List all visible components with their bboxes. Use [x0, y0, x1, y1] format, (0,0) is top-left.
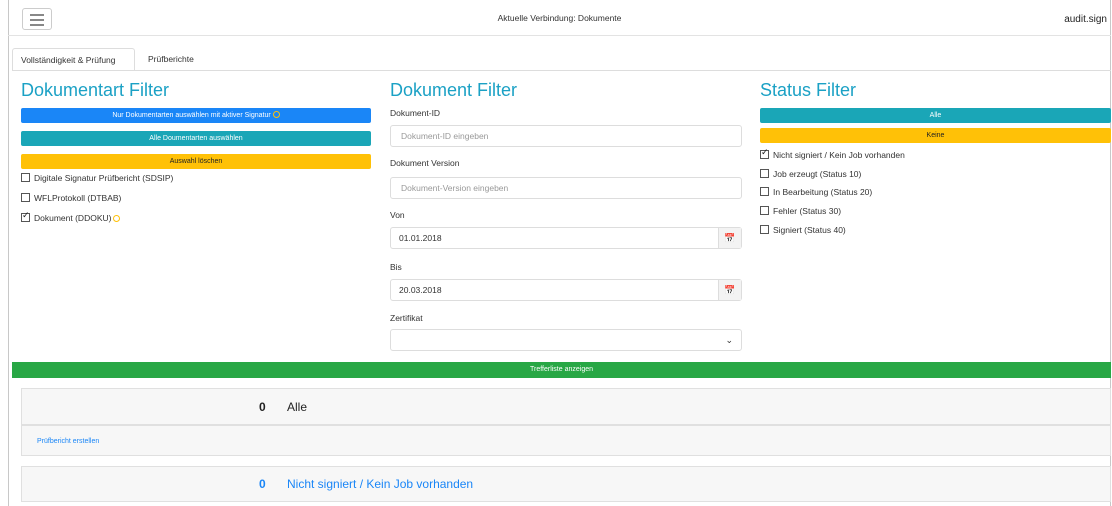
checkbox-label: Nicht signiert / Kein Job vorhanden	[773, 150, 905, 160]
checkbox-label: In Bearbeitung (Status 20)	[773, 187, 873, 197]
status-none-button[interactable]: Keine	[760, 128, 1111, 143]
doc-version-input[interactable]	[399, 182, 703, 194]
result-title: Alle	[287, 400, 308, 414]
checkbox-label: Fehler (Status 30)	[773, 206, 842, 216]
checkbox[interactable]	[760, 206, 769, 215]
select-all-doctypes-button[interactable]: Alle Doumentarten auswählen	[21, 131, 371, 146]
status-filter-title: Status Filter	[760, 80, 857, 100]
status-checkbox-signed[interactable]: Signiert (Status 40)	[760, 225, 846, 235]
doc-version-field[interactable]	[390, 177, 742, 199]
result-card-actions: Prüfbericht erstellen	[21, 425, 1111, 456]
checkbox-label: Signiert (Status 40)	[773, 225, 846, 235]
chevron-down-icon: ⌄	[725, 335, 733, 345]
certificate-select[interactable]: ⌄	[390, 329, 742, 351]
checkbox-checked[interactable]	[21, 210, 30, 222]
checkbox-label: Digitale Signatur Prüfbericht (SDSIP)	[34, 173, 174, 183]
top-bar: Aktuelle Verbindung: Dokumente audit.sig…	[8, 0, 1111, 36]
status-checkbox-not-signed[interactable]: Nicht signiert / Kein Job vorhanden	[760, 147, 905, 160]
to-date-value: 20.03.2018	[399, 285, 442, 295]
doc-id-field[interactable]	[390, 125, 742, 147]
from-date-field[interactable]: 01.01.2018 📅	[390, 227, 742, 249]
tab-pruefberichte[interactable]: Prüfberichte	[140, 48, 210, 71]
checkbox[interactable]	[21, 193, 30, 202]
to-date-field[interactable]: 20.03.2018 📅	[390, 279, 742, 301]
status-checkbox-job-created[interactable]: Job erzeugt (Status 10)	[760, 169, 861, 179]
result-card-all: 0 Alle	[21, 388, 1111, 425]
tab-divider	[12, 70, 1111, 71]
result-count: 0	[259, 477, 266, 491]
show-results-button[interactable]: Trefferliste anzeigen	[12, 362, 1111, 378]
select-active-signature-label: Nur Dokumentarten auswählen mit aktiver …	[112, 112, 271, 119]
to-date-label: Bis	[390, 262, 402, 272]
result-count: 0	[259, 400, 266, 414]
medal-icon	[113, 215, 121, 222]
checkbox-label: Job erzeugt (Status 10)	[773, 169, 862, 179]
checkbox[interactable]	[760, 169, 769, 178]
status-all-button[interactable]: Alle	[760, 108, 1111, 123]
doctype-checkbox-sdsip[interactable]: Digitale Signatur Prüfbericht (SDSIP)	[21, 173, 173, 183]
calendar-icon[interactable]: 📅	[718, 228, 741, 248]
result-title[interactable]: Nicht signiert / Kein Job vorhanden	[287, 477, 473, 491]
checkbox[interactable]	[760, 225, 769, 234]
doctype-checkbox-dtbab[interactable]: WFLProtokoll (DTBAB)	[21, 193, 121, 203]
checkbox-checked[interactable]	[760, 147, 769, 159]
result-card-not-signed: 0 Nicht signiert / Kein Job vorhanden	[21, 466, 1111, 502]
doctype-checkbox-ddoku[interactable]: Dokument (DDOKU)	[21, 210, 121, 223]
certificate-label: Zertifikat	[390, 313, 423, 323]
doc-type-filter-title: Dokumentart Filter	[21, 80, 170, 100]
doc-version-label: Dokument Version	[390, 158, 460, 168]
document-filter-title: Dokument Filter	[390, 80, 518, 100]
from-date-value: 01.01.2018	[399, 233, 442, 243]
checkbox-label: Dokument (DDOKU)	[34, 213, 112, 223]
medal-icon	[272, 111, 280, 118]
checkbox[interactable]	[21, 173, 30, 182]
doc-id-input[interactable]	[399, 130, 703, 142]
select-active-signature-button[interactable]: Nur Dokumentarten auswählen mit aktiver …	[21, 108, 371, 123]
status-checkbox-error[interactable]: Fehler (Status 30)	[760, 206, 841, 216]
connection-status: Aktuelle Verbindung: Dokumente	[497, 13, 622, 23]
checkbox-label: WFLProtokoll (DTBAB)	[34, 193, 122, 203]
clear-selection-button[interactable]: Auswahl löschen	[21, 154, 371, 169]
status-checkbox-in-progress[interactable]: In Bearbeitung (Status 20)	[760, 187, 872, 197]
brand-name: audit.sign	[1064, 14, 1107, 25]
calendar-icon[interactable]: 📅	[718, 280, 741, 300]
doc-id-label: Dokument-ID	[390, 108, 441, 118]
from-date-label: Von	[390, 210, 405, 220]
tab-vollstaendigkeit[interactable]: Vollständigkeit & Prüfung	[12, 48, 135, 71]
create-report-link[interactable]: Prüfbericht erstellen	[37, 438, 99, 445]
checkbox[interactable]	[760, 187, 769, 196]
